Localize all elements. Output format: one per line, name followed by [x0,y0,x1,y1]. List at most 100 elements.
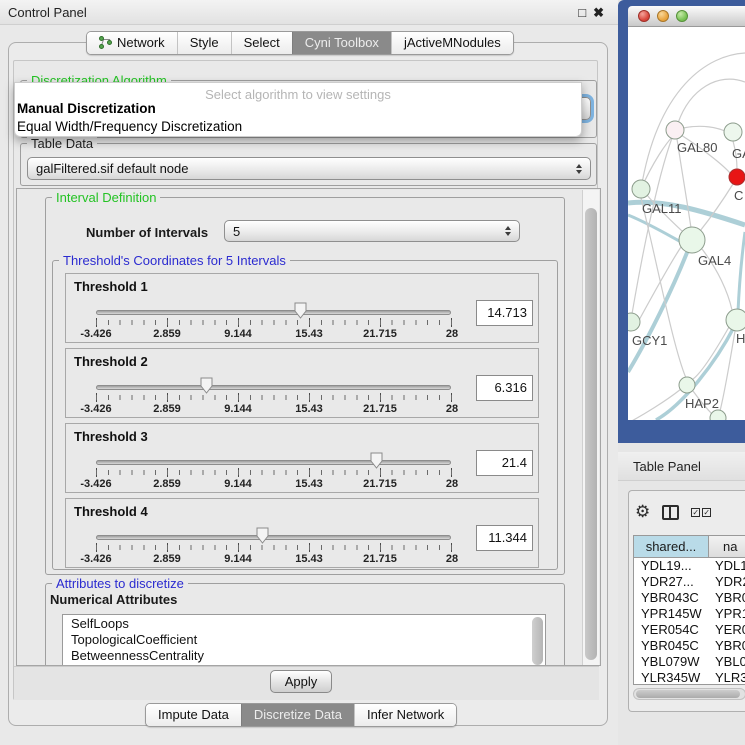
combo-arrows-icon [505,226,511,236]
network-canvas[interactable]: GAL80 GA C GAL11 GAL4 GCY1 H HAP2 [628,27,745,420]
table-horizontal-scrollbar[interactable] [633,688,745,700]
slider-minor-ticks [96,545,453,550]
column-header-shared-name[interactable]: shared... [634,536,709,557]
zoom-window-icon[interactable] [676,10,688,22]
tab-infer-network[interactable]: Infer Network [354,704,456,726]
columns-icon[interactable] [662,505,679,520]
threshold-2-panel: Threshold 2 -3.426 2.859 9.144 15.43 21.… [65,348,539,418]
bottom-tab-bar: Impute Data Discretize Data Infer Networ… [145,703,457,727]
popup-option-manual-discretization[interactable]: Manual Discretization [17,101,156,116]
table-data-group: Table Data galFiltered.sif default node [20,143,597,186]
number-of-intervals-combobox[interactable]: 5 [224,220,520,242]
threshold-2-value-field[interactable]: 6.316 [476,375,533,401]
node-label-gcy1: GCY1 [632,333,667,348]
table-row[interactable]: YDR27... YDR2 [634,574,745,590]
network-icon [99,36,112,49]
popup-option-equal-width-frequency[interactable]: Equal Width/Frequency Discretization [17,119,242,134]
list-item[interactable]: TopologicalCoefficient [63,631,545,647]
threshold-1-panel: Threshold 1 -3.426 2.859 9.144 15.43 21.… [65,273,539,343]
node-red-selected[interactable] [729,169,745,185]
threshold-3-panel: Threshold 3 -3.426 2.859 9.144 15.43 21.… [65,423,539,493]
checkbox-icon: ✓ [702,508,711,517]
threshold-4-slider-thumb[interactable] [256,527,269,544]
attributes-group-title: Attributes to discretize [52,576,188,591]
scrollbar-thumb[interactable] [636,690,740,698]
table-row[interactable]: YER054C YER0 [634,622,745,638]
apply-button[interactable]: Apply [270,670,332,693]
node-gal80[interactable] [666,121,684,139]
threshold-4-panel: Threshold 4 -3.426 2.859 9.144 15.43 21.… [65,498,539,568]
threshold-4-label: Threshold 4 [74,504,148,519]
tab-impute-data[interactable]: Impute Data [146,704,241,726]
node-bottom[interactable] [710,410,726,420]
tab-select[interactable]: Select [231,32,292,54]
tab-discretize-data[interactable]: Discretize Data [241,704,354,726]
column-header-name[interactable]: na [709,536,745,557]
table-toolbar: ⚙ ✓ ✓ [635,499,743,525]
node-label-h: H [736,331,745,346]
threshold-2-label: Threshold 2 [74,354,148,369]
table-row[interactable]: YPR145W YPR1 [634,606,745,622]
table-row[interactable]: YLR345W YLR3 [634,670,745,685]
settings-scroll-viewport: Interval Definition Number of Intervals … [16,188,601,666]
node-label-gal11: GAL11 [642,201,682,216]
node-top-right[interactable] [724,123,742,141]
node-gcy1[interactable] [628,313,640,331]
close-window-icon[interactable] [638,10,650,22]
checkbox-icon: ✓ [691,508,700,517]
tab-cyni-toolbox[interactable]: Cyni Toolbox [292,32,391,54]
threshold-2-slider-track[interactable] [96,385,451,390]
scrollbar-thumb[interactable] [585,208,597,660]
table-row[interactable]: YDL19... YDL1 [634,558,745,574]
list-item[interactable]: SelfLoops [63,615,545,631]
minimize-window-icon[interactable] [657,10,669,22]
node-h[interactable] [726,309,745,331]
list-item[interactable]: BetweennessCentrality [63,647,545,663]
table-data-combobox[interactable]: galFiltered.sif default node [27,157,591,180]
number-of-intervals-label: Number of Intervals [86,225,208,240]
float-window-icon[interactable]: □ [578,4,586,21]
tab-network[interactable]: Network [87,32,177,54]
threshold-1-label: Threshold 1 [74,279,148,294]
main-vertical-scrollbar[interactable] [582,190,599,666]
node-gal4[interactable] [679,227,705,253]
table-panel-title: Table Panel [633,459,701,474]
popup-hint: Select algorithm to view settings [15,87,581,102]
threshold-1-value-field[interactable]: 14.713 [476,300,533,326]
threshold-2-slider-thumb[interactable] [200,377,213,394]
attributes-group: Attributes to discretize Numerical Attri… [45,583,565,666]
node-label-hap2: HAP2 [685,396,719,411]
threshold-1-slider-thumb[interactable] [294,302,307,319]
table-row[interactable]: YBR043C YBR0 [634,590,745,606]
close-panel-icon[interactable]: ✖ [593,4,604,21]
node-label-gal4: GAL4 [698,253,731,268]
numerical-attributes-list[interactable]: SelfLoops TopologicalCoefficient Between… [62,614,546,666]
node-gal11[interactable] [632,180,650,198]
node-table: shared... na YDL19... YDL1 YDR27... YDR2… [633,535,745,685]
table-row[interactable]: YBR045C YBR0 [634,638,745,654]
panel-title: Control Panel [8,5,87,20]
thresholds-group-title: Threshold's Coordinates for 5 Intervals [59,253,290,268]
algorithm-dropdown-popup: Select algorithm to view settings Manual… [14,82,582,137]
threshold-4-value-field[interactable]: 11.344 [476,525,533,551]
interval-definition-title: Interval Definition [52,190,160,205]
tab-style[interactable]: Style [177,32,231,54]
table-browser-window: ⚙ ✓ ✓ shared... na YDL19... YDL1 YDR27..… [628,490,745,712]
select-columns-icons[interactable]: ✓ ✓ [691,508,711,517]
threshold-4-slider-track[interactable] [96,535,451,540]
node-hap2[interactable] [679,377,695,393]
list-scrollbar[interactable] [532,617,543,665]
tab-jactivemodules[interactable]: jActiveMNodules [391,32,513,54]
table-row[interactable]: YBL079W YBL0 [634,654,745,670]
interval-definition-group: Interval Definition Number of Intervals … [45,197,565,575]
threshold-1-slider-track[interactable] [96,310,451,315]
control-panel-window: Control Panel □ ✖ Network Style Select C… [0,0,618,745]
threshold-3-value-field[interactable]: 21.4 [476,450,533,476]
table-header-row: shared... na [634,536,745,558]
numerical-attributes-label: Numerical Attributes [50,592,177,607]
network-window-titlebar [628,6,745,27]
threshold-3-slider-track[interactable] [96,460,451,465]
gear-icon[interactable]: ⚙ [635,503,650,521]
slider-minor-ticks [96,320,453,325]
threshold-3-slider-thumb[interactable] [370,452,383,469]
